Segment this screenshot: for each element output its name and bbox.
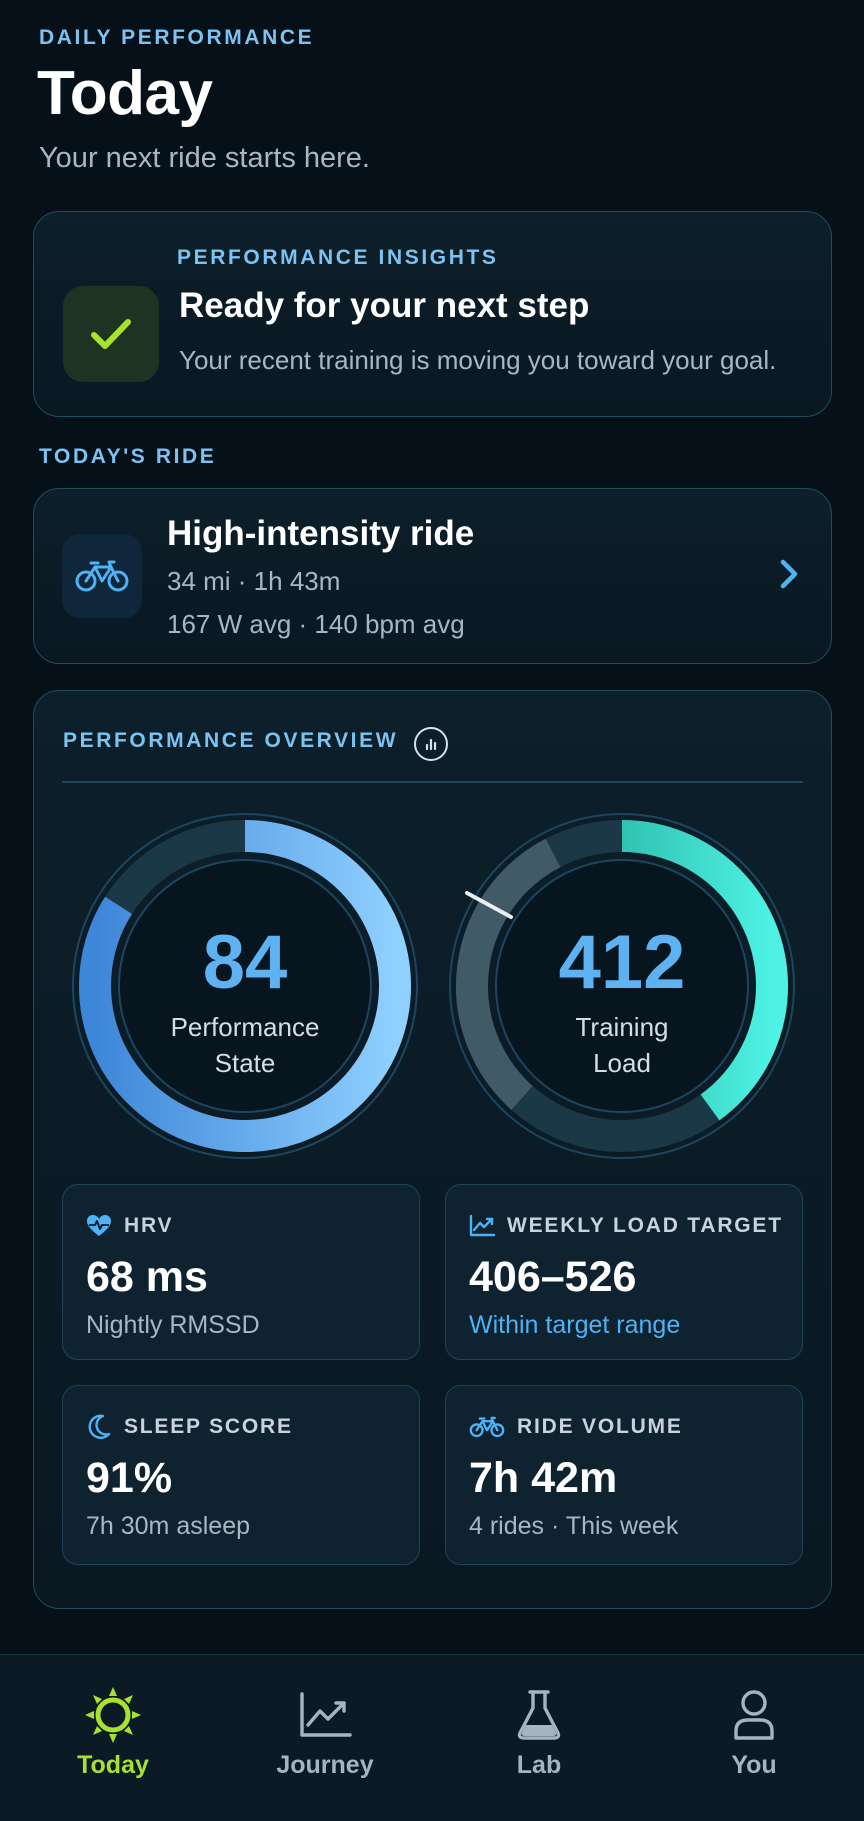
nav-label-journey: Journey xyxy=(276,1751,374,1779)
ride-volume-card[interactable]: RIDE VOLUME 7h 42m 4 rides · This week xyxy=(445,1385,803,1565)
chart-info-icon[interactable] xyxy=(414,727,448,761)
sleep-score-card[interactable]: SLEEP SCORE 91% 7h 30m asleep xyxy=(62,1385,420,1565)
weekly-load-target-card[interactable]: WEEKLY LOAD TARGET 406–526 Within target… xyxy=(445,1184,803,1360)
trend-chart-icon xyxy=(469,1213,495,1239)
weekly-load-target-label: WEEKLY LOAD TARGET xyxy=(507,1214,783,1237)
weekly-load-target-status: Within target range xyxy=(469,1311,681,1339)
nav-label-lab: Lab xyxy=(516,1751,562,1779)
checkmark-icon xyxy=(63,286,159,382)
ride-volume-value: 7h 42m xyxy=(469,1454,618,1502)
hrv-label: HRV xyxy=(124,1214,174,1237)
hrv-subtext: Nightly RMSSD xyxy=(86,1311,260,1339)
page-subtitle: Your next ride starts here. xyxy=(39,142,370,174)
sleep-score-label: SLEEP SCORE xyxy=(124,1415,293,1438)
ride-volume-label: RIDE VOLUME xyxy=(517,1415,683,1438)
sleep-score-value: 91% xyxy=(86,1454,173,1502)
trend-chart-icon xyxy=(245,1685,405,1745)
header-eyebrow: DAILY PERFORMANCE xyxy=(39,26,315,49)
nav-label-you: You xyxy=(731,1751,777,1779)
ride-distance-duration: 34 mi · 1h 43m xyxy=(167,566,341,596)
sleep-score-subtext: 7h 30m asleep xyxy=(86,1512,251,1540)
todays-ride-card[interactable]: High-intensity ride 34 mi · 1h 43m 167 W… xyxy=(33,488,832,664)
performance-state-gauge[interactable]: 84 Performance State xyxy=(70,811,420,1161)
weekly-load-target-value: 406–526 xyxy=(469,1253,637,1301)
training-load-value: 412 xyxy=(558,920,686,1005)
moon-icon xyxy=(86,1414,112,1440)
hrv-stat-card[interactable]: HRV 68 ms Nightly RMSSD xyxy=(62,1184,420,1360)
todays-ride-eyebrow: TODAY'S RIDE xyxy=(39,445,217,468)
heart-pulse-icon xyxy=(86,1213,112,1239)
ride-volume-subtext: 4 rides · This week xyxy=(469,1512,679,1540)
performance-overview-card: PERFORMANCE OVERVIEW 84 Performance Stat… xyxy=(33,690,832,1609)
person-icon xyxy=(674,1685,834,1745)
nav-label-today: Today xyxy=(77,1751,149,1779)
bottom-nav: Today Journey Lab You xyxy=(0,1654,864,1821)
insights-eyebrow: PERFORMANCE INSIGHTS xyxy=(177,246,499,269)
insights-title: Ready for your next step xyxy=(179,286,590,325)
chevron-right-icon[interactable] xyxy=(769,551,809,597)
hrv-value: 68 ms xyxy=(86,1253,208,1301)
training-load-gauge[interactable]: 412 Training Load xyxy=(447,811,797,1161)
insights-text: Your recent training is moving you towar… xyxy=(179,345,777,375)
performance-state-value: 84 xyxy=(202,920,288,1005)
nav-tab-journey[interactable]: Journey xyxy=(245,1685,405,1795)
performance-state-label: Performance State xyxy=(170,1012,320,1078)
nav-tab-today[interactable]: Today xyxy=(33,1685,193,1795)
training-load-label: Training Load xyxy=(575,1012,669,1078)
nav-tab-you[interactable]: You xyxy=(674,1685,834,1795)
ride-title: High-intensity ride xyxy=(167,514,475,553)
page-title: Today xyxy=(37,59,213,128)
today-screen: DAILY PERFORMANCE Today Your next ride s… xyxy=(0,0,864,1821)
nav-tab-lab[interactable]: Lab xyxy=(459,1685,619,1795)
overview-eyebrow: PERFORMANCE OVERVIEW xyxy=(63,729,399,752)
sun-icon xyxy=(33,1685,193,1745)
bicycle-icon xyxy=(62,534,142,618)
bicycle-icon xyxy=(469,1414,505,1440)
flask-icon xyxy=(459,1685,619,1745)
performance-insights-card[interactable]: PERFORMANCE INSIGHTS Ready for your next… xyxy=(33,211,832,417)
overview-divider xyxy=(62,781,803,783)
ride-power-heartrate: 167 W avg · 140 bpm avg xyxy=(167,609,465,639)
